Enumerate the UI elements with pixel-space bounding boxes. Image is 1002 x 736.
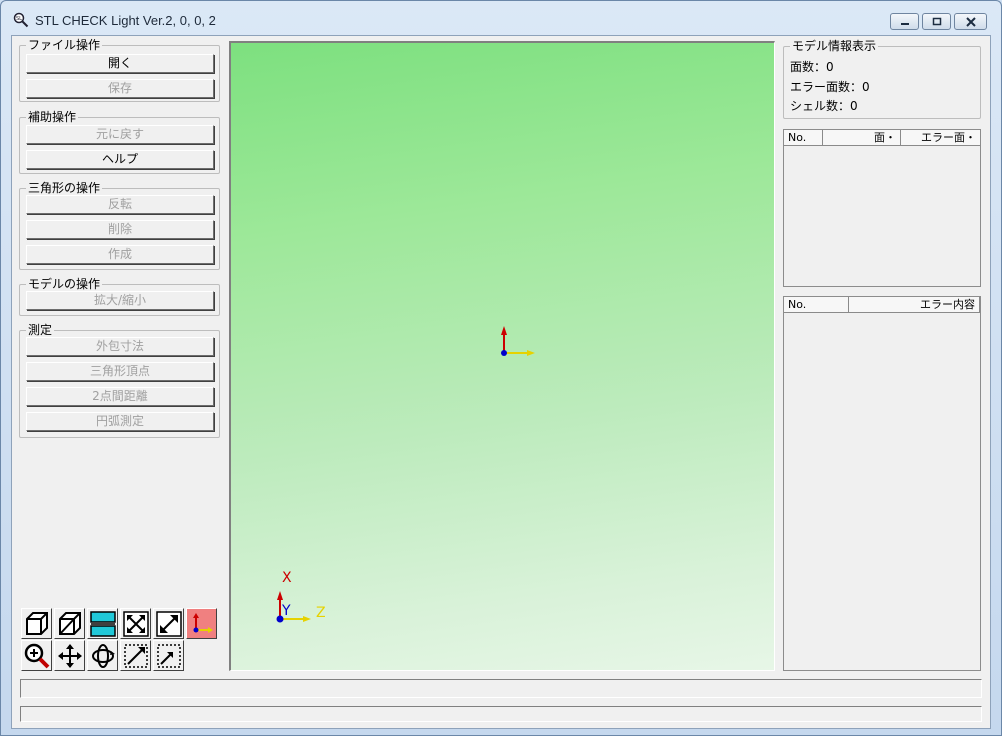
arc-measure-button[interactable]: 円弧測定 <box>26 412 214 431</box>
error-face-count: エラー面数：0 <box>790 80 870 94</box>
triangle-operations-label: 三角形の操作 <box>26 181 103 195</box>
zoom-window-icon <box>124 644 148 668</box>
error-list-header: No. エラー内容 <box>784 297 980 313</box>
measure-group: 測定 外包寸法 三角形頂点 2点間距離 円弧測定 <box>19 323 220 438</box>
fit-expand-icon <box>123 611 149 637</box>
center-axis-gizmo <box>501 326 535 356</box>
model-info-group: モデル情報表示 面数：0 エラー面数：0 シェル数：0 <box>783 39 981 119</box>
axis-z-label: Z <box>316 605 326 621</box>
open-button[interactable]: 開く <box>26 54 214 73</box>
zoom-window-button[interactable] <box>120 640 151 671</box>
measure-label: 測定 <box>26 323 55 337</box>
corner-axis-gizmo: X Y Z <box>276 570 326 623</box>
pan-icon <box>58 644 82 668</box>
cube-shaded-icon <box>59 612 81 635</box>
zoom-tool-button[interactable] <box>21 640 52 671</box>
title-bar[interactable]: SL STL CHECK Light Ver.2, 0, 0, 2 <box>1 1 1001 37</box>
rotate-icon <box>92 644 115 668</box>
status-bar-secondary <box>20 706 982 722</box>
close-icon <box>965 16 976 27</box>
save-button[interactable]: 保存 <box>26 79 214 98</box>
shell-col-faces[interactable]: 面・ <box>823 130 901 146</box>
axis-x-label: X <box>282 570 292 586</box>
error-list[interactable]: No. エラー内容 <box>783 296 981 671</box>
triangle-operations-group: 三角形の操作 反転 削除 作成 <box>19 181 220 270</box>
axis-toggle-icon <box>193 613 213 633</box>
file-operations-group: ファイル操作 開く 保存 <box>19 38 220 102</box>
point-distance-button[interactable]: 2点間距離 <box>26 387 214 406</box>
shell-count: シェル数：0 <box>790 99 858 113</box>
error-col-content[interactable]: エラー内容 <box>849 297 980 313</box>
cube-shaded-button[interactable] <box>54 608 85 639</box>
3d-viewport[interactable]: X Y Z <box>229 41 775 671</box>
fit-expand-button[interactable] <box>120 608 151 639</box>
create-button[interactable]: 作成 <box>26 245 214 264</box>
model-operations-group: モデルの操作 拡大/縮小 <box>19 277 220 316</box>
model-info-label: モデル情報表示 <box>790 39 879 53</box>
minimize-icon <box>900 22 909 25</box>
shell-list-header: No. 面・ エラー面・ <box>784 130 980 146</box>
model-operations-label: モデルの操作 <box>26 277 103 291</box>
zoom-window-small-icon <box>157 644 181 668</box>
close-button[interactable] <box>954 13 987 30</box>
flip-button[interactable]: 反転 <box>26 195 214 214</box>
client-area: ファイル操作 開く 保存 補助操作 元に戻す ヘルプ 三角形の操作 反転 削除 … <box>11 35 991 729</box>
file-operations-label: ファイル操作 <box>26 38 103 52</box>
cross-section-icon <box>90 611 116 637</box>
cross-section-button[interactable] <box>87 608 118 639</box>
axis-toggle-button[interactable] <box>186 608 217 639</box>
axis-y-label: Y <box>281 603 291 619</box>
assist-operations-group: 補助操作 元に戻す ヘルプ <box>19 110 220 174</box>
maximize-icon <box>932 17 941 25</box>
triangle-vertex-button[interactable]: 三角形頂点 <box>26 362 214 381</box>
shell-list[interactable]: No. 面・ エラー面・ <box>783 129 981 287</box>
svg-text:SL: SL <box>16 16 22 22</box>
maximize-button[interactable] <box>922 13 951 30</box>
zoom-window-small-button[interactable] <box>153 640 184 671</box>
status-bar-primary <box>20 679 982 698</box>
face-count: 面数：0 <box>790 60 834 74</box>
viewport-axes: X Y Z <box>276 326 535 623</box>
pan-tool-button[interactable] <box>54 640 85 671</box>
app-icon: SL <box>13 12 29 28</box>
bounding-box-button[interactable]: 外包寸法 <box>26 337 214 356</box>
delete-button[interactable]: 削除 <box>26 220 214 239</box>
cube-solid-icon <box>26 612 48 635</box>
cube-solid-button[interactable] <box>21 608 52 639</box>
help-button[interactable]: ヘルプ <box>26 150 214 169</box>
shell-col-error-faces[interactable]: エラー面・ <box>901 130 980 146</box>
window-title: STL CHECK Light Ver.2, 0, 0, 2 <box>35 13 216 28</box>
diagonal-expand-icon <box>156 611 182 637</box>
error-col-no[interactable]: No. <box>784 297 849 313</box>
app-window: SL STL CHECK Light Ver.2, 0, 0, 2 ファイル操作… <box>0 0 1002 736</box>
zoom-icon <box>24 643 50 669</box>
undo-button[interactable]: 元に戻す <box>26 125 214 144</box>
minimize-button[interactable] <box>890 13 919 30</box>
shell-col-no[interactable]: No. <box>784 130 823 146</box>
diagonal-expand-button[interactable] <box>153 608 184 639</box>
zoom-button[interactable]: 拡大/縮小 <box>26 291 214 310</box>
rotate-tool-button[interactable] <box>87 640 118 671</box>
assist-operations-label: 補助操作 <box>26 110 79 124</box>
